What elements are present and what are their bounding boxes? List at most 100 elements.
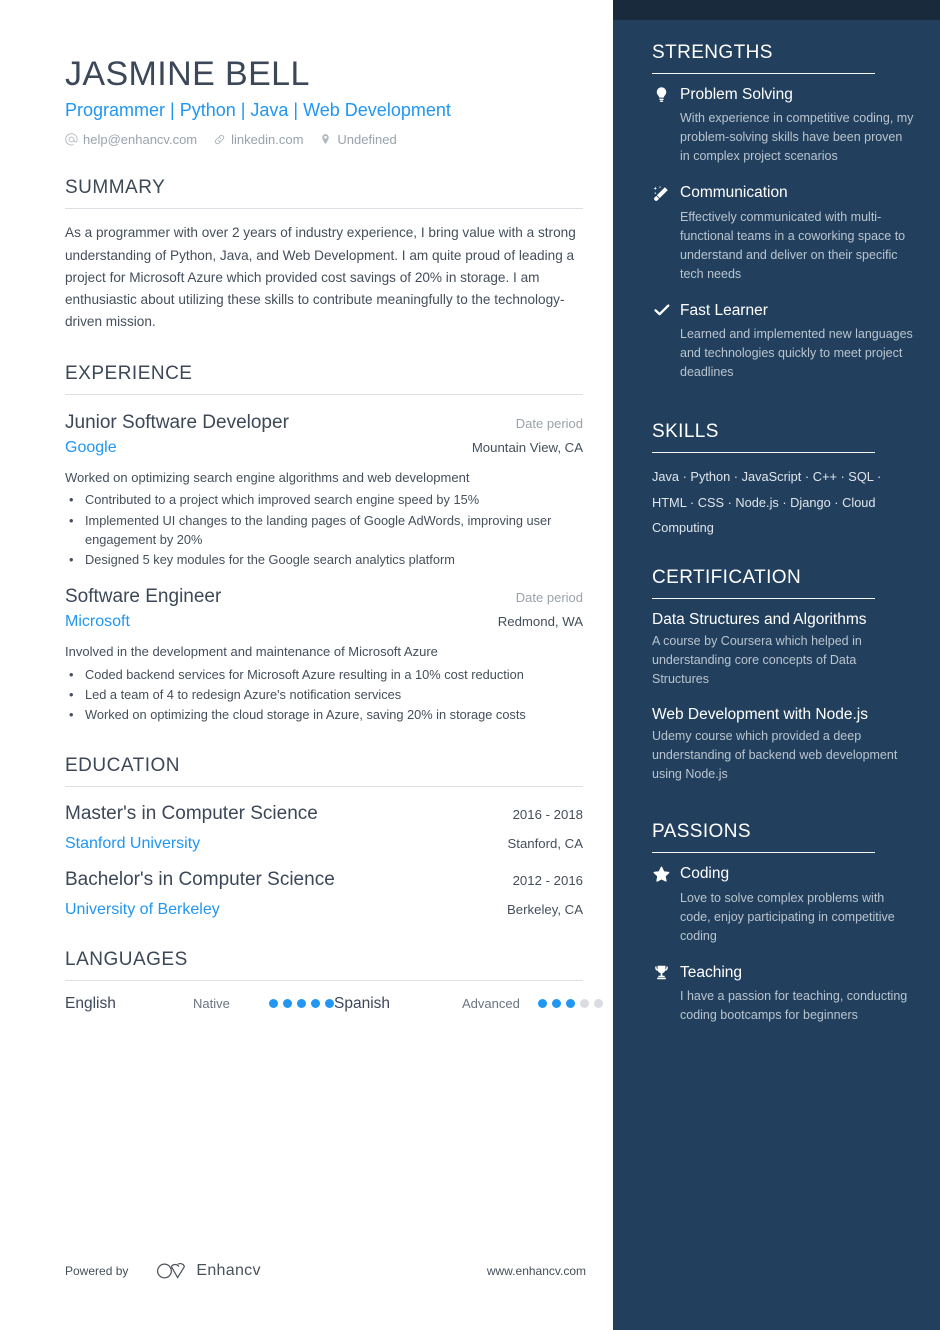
strength-title: Fast Learner bbox=[680, 301, 768, 319]
bullet-marker: • bbox=[69, 551, 74, 567]
rating-dot bbox=[325, 999, 334, 1009]
bullet-marker: • bbox=[69, 707, 74, 723]
section-divider bbox=[65, 208, 583, 210]
section-experience: EXPERIENCE Junior Software Developer Dat… bbox=[65, 363, 583, 725]
job-description: Involved in the development and maintena… bbox=[65, 644, 438, 660]
degree-date: 2016 - 2018 bbox=[512, 806, 583, 822]
job-location: Mountain View, CA bbox=[471, 439, 583, 455]
strength-description: Learned and implemented new languages an… bbox=[680, 327, 913, 380]
certification-title: Web Development with Node.js bbox=[652, 705, 868, 723]
section-divider bbox=[652, 597, 875, 599]
website-url[interactable]: www.enhancv.com bbox=[487, 1264, 586, 1278]
bullet-item: • Contributed to a project which improve… bbox=[65, 490, 583, 509]
rating-dot bbox=[538, 999, 547, 1009]
school-location: Stanford, CA bbox=[507, 835, 584, 851]
section-passions: PASSIONS Coding Love to solve complex pr… bbox=[652, 799, 914, 1025]
professional-headline: Programmer | Python | Java | Web Develop… bbox=[65, 100, 451, 121]
language-rating-spanish bbox=[538, 999, 603, 1009]
summary-heading: SUMMARY bbox=[65, 177, 166, 199]
passion-title: Coding bbox=[680, 865, 730, 883]
language-list: English Native Spanish Advanced bbox=[65, 995, 603, 1013]
degree-title: Bachelor's in Computer Science bbox=[65, 868, 335, 890]
bullet-text: Contributed to a project which improved … bbox=[85, 492, 480, 508]
job-location: Redmond, WA bbox=[497, 614, 583, 630]
language-level: Advanced bbox=[462, 996, 520, 1012]
job-company[interactable]: Microsoft bbox=[65, 613, 130, 631]
bullet-marker: • bbox=[69, 687, 74, 703]
job-description: Worked on optimizing search engine algor… bbox=[65, 469, 470, 485]
certification-heading: CERTIFICATION bbox=[652, 566, 802, 588]
education-heading: EDUCATION bbox=[65, 754, 180, 776]
section-education: EDUCATION Master's in Computer Science 2… bbox=[65, 755, 583, 919]
language-item-english: English Native bbox=[65, 995, 334, 1013]
education-entry: Bachelor's in Computer Science 2012 - 20… bbox=[65, 869, 583, 919]
degree-title: Master's in Computer Science bbox=[65, 802, 318, 824]
bullet-marker: • bbox=[69, 512, 74, 528]
rating-dot bbox=[580, 999, 589, 1009]
language-rating-english bbox=[269, 999, 334, 1009]
rating-dot bbox=[566, 999, 575, 1009]
job-company[interactable]: Google bbox=[65, 439, 117, 457]
contact-email-text: help@enhancv.com bbox=[83, 132, 198, 148]
main-column: JASMINE BELL Programmer | Python | Java … bbox=[0, 0, 613, 1330]
magic-wand-icon bbox=[652, 184, 671, 203]
rating-dot bbox=[552, 999, 561, 1009]
strength-item-fast-learner: Fast Learner Learned and implemented new… bbox=[652, 301, 914, 382]
school-name[interactable]: Stanford University bbox=[65, 835, 200, 853]
job-date: Date period bbox=[515, 415, 583, 431]
bullet-item: • Designed 5 key modules for the Google … bbox=[65, 550, 583, 569]
experience-entry: Junior Software Developer Date period Go… bbox=[65, 412, 583, 570]
bullet-item: • Coded backend services for Microsoft A… bbox=[65, 665, 583, 684]
contact-linkedin-text: linkedin.com bbox=[231, 132, 304, 148]
section-divider bbox=[65, 785, 583, 787]
link-icon bbox=[213, 133, 226, 146]
section-languages: LANGUAGES English Native Spanish Advance… bbox=[65, 948, 603, 1013]
skills-heading: SKILLS bbox=[652, 421, 719, 443]
powered-by-label: Powered by bbox=[65, 1264, 129, 1278]
contact-email[interactable]: help@enhancv.com bbox=[65, 132, 197, 147]
certification-item: Data Structures and Algorithms A course … bbox=[652, 610, 914, 689]
bullet-item: • Led a team of 4 to redesign Azure's no… bbox=[65, 685, 583, 704]
section-certification: CERTIFICATION Data Structures and Algori… bbox=[652, 545, 914, 784]
languages-heading: LANGUAGES bbox=[65, 948, 188, 970]
resume-page: JASMINE BELL Programmer | Python | Java … bbox=[0, 0, 940, 1330]
bullet-marker: • bbox=[69, 667, 74, 682]
school-name[interactable]: University of Berkeley bbox=[65, 901, 220, 919]
bullet-text: Implemented UI changes to the landing pa… bbox=[85, 512, 552, 547]
summary-text: As a programmer with over 2 years of ind… bbox=[65, 225, 576, 329]
bullet-text: Led a team of 4 to redesign Azure's noti… bbox=[85, 687, 402, 703]
bullet-item: • Implemented UI changes to the landing … bbox=[65, 511, 583, 549]
language-name: English bbox=[65, 994, 116, 1012]
strength-description: With experience in competitive coding, m… bbox=[680, 111, 914, 164]
passion-description: Love to solve complex problems with code… bbox=[680, 890, 895, 943]
check-icon bbox=[652, 301, 671, 320]
job-bullets: • Coded backend services for Microsoft A… bbox=[65, 665, 583, 725]
bullet-text: Worked on optimizing the cloud storage i… bbox=[85, 707, 526, 723]
passion-item-coding: Coding Love to solve complex problems wi… bbox=[652, 864, 914, 945]
section-divider bbox=[652, 73, 875, 74]
brand-name: Enhancv bbox=[196, 1262, 261, 1279]
education-entry: Master's in Computer Science 2016 - 2018… bbox=[65, 803, 583, 853]
language-item-spanish: Spanish Advanced bbox=[334, 995, 603, 1013]
bullet-text: Coded backend services for Microsoft Azu… bbox=[85, 667, 524, 682]
section-divider bbox=[65, 979, 583, 981]
rating-dot bbox=[297, 999, 306, 1009]
sidebar-top-bar bbox=[613, 0, 940, 20]
bullet-marker: • bbox=[69, 492, 74, 508]
passion-item-teaching: Teaching I have a passion for teaching, … bbox=[652, 963, 914, 1025]
trophy-icon bbox=[652, 963, 671, 982]
passion-title: Teaching bbox=[680, 963, 743, 981]
certification-description: Udemy course which provided a deep under… bbox=[652, 729, 898, 781]
contact-linkedin[interactable]: linkedin.com bbox=[213, 132, 303, 147]
strengths-heading: STRENGTHS bbox=[652, 42, 773, 63]
section-divider bbox=[65, 393, 583, 395]
infinity-logo-icon bbox=[156, 1262, 188, 1280]
contact-list: help@enhancv.com linkedin.com Undefined bbox=[65, 132, 583, 147]
strength-item-communication: Communication Effectively communicated w… bbox=[652, 183, 914, 283]
job-title: Software Engineer bbox=[65, 586, 222, 608]
bullet-text: Designed 5 key modules for the Google se… bbox=[85, 551, 455, 567]
section-divider bbox=[652, 452, 875, 454]
job-bullets: • Contributed to a project which improve… bbox=[65, 490, 583, 569]
rating-dot bbox=[594, 999, 603, 1009]
strength-title: Problem Solving bbox=[680, 86, 793, 103]
